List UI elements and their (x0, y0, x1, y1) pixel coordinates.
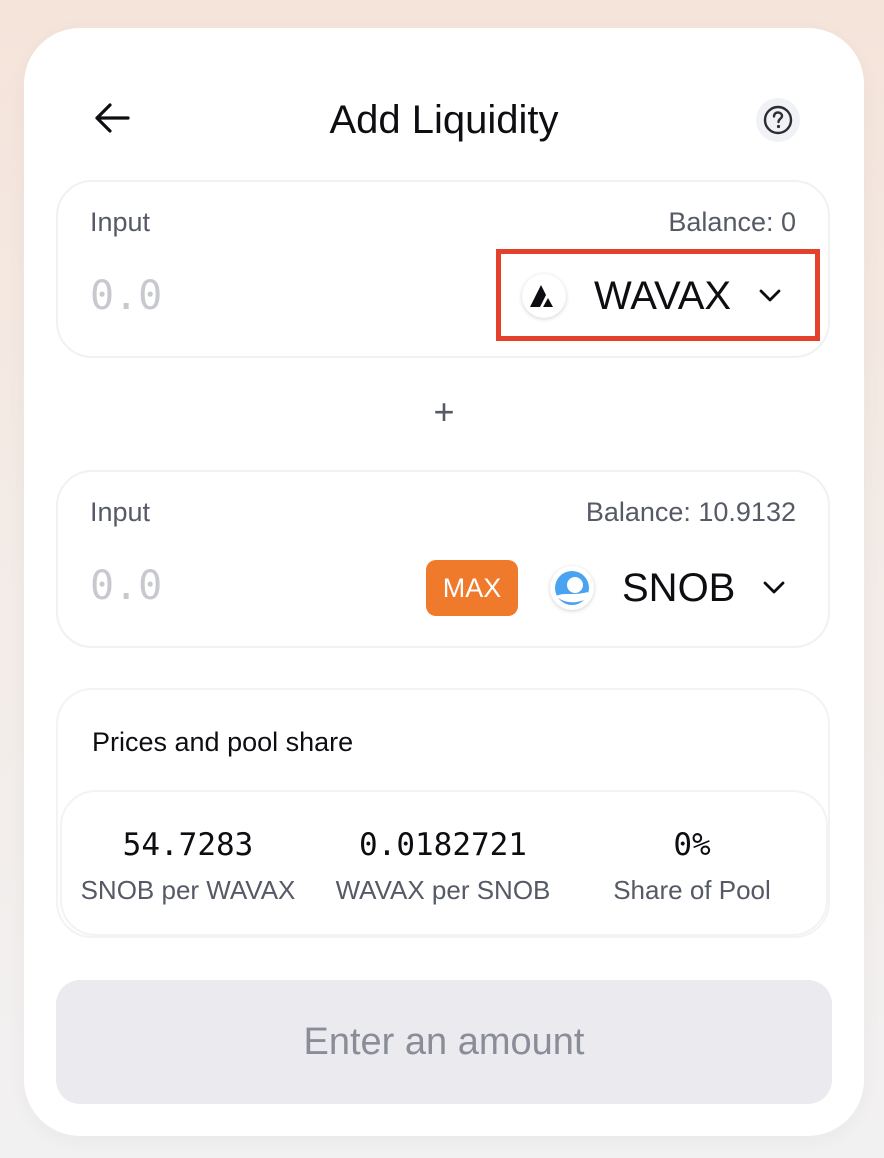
price-value: 0.0182721 (359, 827, 527, 863)
add-liquidity-card: Add Liquidity Input Balance: 0 WAVAX + (24, 28, 864, 1136)
amount-input-a[interactable] (90, 272, 290, 320)
price-label: WAVAX per SNOB (335, 875, 551, 905)
amount-input-b[interactable] (90, 562, 290, 610)
help-icon[interactable] (756, 98, 800, 142)
price-stat: 0% Share of Pool (567, 826, 817, 906)
price-stat: 54.7283 SNOB per WAVAX (63, 826, 313, 906)
token-name: SNOB (622, 566, 736, 610)
prices-title: Prices and pool share (92, 727, 354, 757)
price-value: 54.7283 (122, 827, 254, 863)
price-stat: 0.0182721 WAVAX per SNOB (318, 826, 568, 906)
price-label: Share of Pool (613, 875, 771, 905)
page-title: Add Liquidity (329, 98, 559, 142)
submit-button[interactable]: Enter an amount (56, 980, 832, 1104)
snowball-icon (550, 566, 594, 610)
price-value: 0% (673, 827, 711, 863)
input-label: Input (90, 207, 151, 237)
token-selector-snob[interactable]: SNOB (550, 564, 787, 612)
plus-icon: + (433, 391, 455, 432)
chevron-down-icon (761, 575, 787, 601)
balance-text: Balance: 0 (668, 207, 796, 237)
max-button[interactable]: MAX (426, 560, 518, 616)
balance-text: Balance: 10.9132 (585, 497, 796, 527)
input-label: Input (90, 497, 151, 527)
price-label: SNOB per WAVAX (80, 875, 296, 905)
token-selector-highlight (496, 249, 820, 341)
token-input-panel-b: Input Balance: 10.9132 (56, 470, 830, 648)
prices-panel: Prices and pool share 54.7283 SNOB per W… (56, 688, 830, 938)
prices-stats: 54.7283 SNOB per WAVAX 0.0182721 WAVAX p… (60, 790, 828, 936)
